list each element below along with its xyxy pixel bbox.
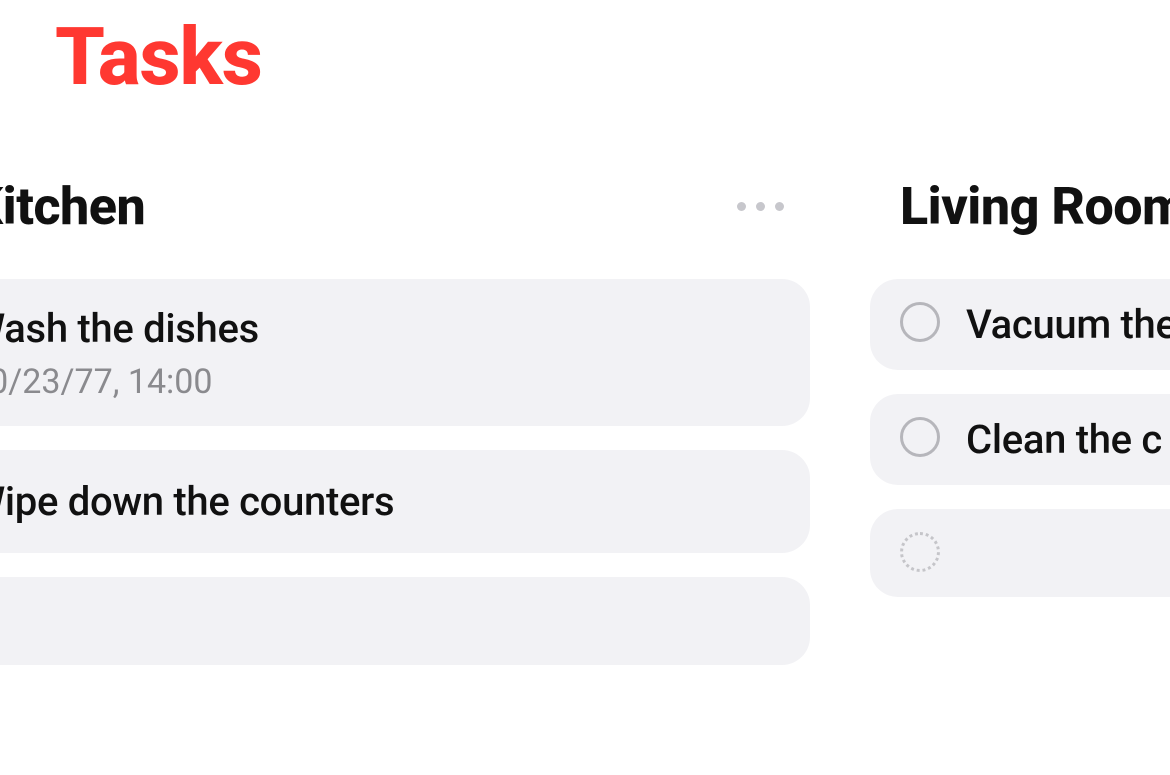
page-title: Tasks [55,10,1170,104]
task-card[interactable]: Wash the dishes 10/23/77, 14:00 [0,279,810,426]
task-card[interactable]: Vacuum the [870,279,1170,370]
column-menu-button[interactable] [731,196,790,217]
task-title: Clean the c [966,416,1162,463]
task-title: Wipe down the counters [0,478,394,525]
task-board: Kitchen Wash the dishes 10/23/77, 14:00 … [0,176,1170,689]
task-checkbox-placeholder[interactable] [900,532,940,572]
task-card[interactable]: Clean the c [870,394,1170,485]
column-living-room: Living Room Vacuum the Clean the c [870,176,1170,689]
task-date: 10/23/77, 14:00 [0,362,259,402]
task-title: Wash the dishes [0,305,259,352]
task-card-new[interactable] [870,509,1170,597]
task-content: Vacuum the [966,301,1170,348]
column-title: Living Room [900,176,1170,237]
task-content: Wash the dishes 10/23/77, 14:00 [0,305,259,402]
task-checkbox[interactable] [900,302,940,342]
task-checkbox[interactable] [900,417,940,457]
task-content: Wipe down the counters [0,478,394,525]
column-title: Kitchen [0,176,145,237]
task-card[interactable] [0,577,810,665]
task-title: Vacuum the [966,301,1170,348]
task-card[interactable]: Wipe down the counters [0,450,810,553]
task-content: Clean the c [966,416,1162,463]
column-kitchen: Kitchen Wash the dishes 10/23/77, 14:00 … [0,176,810,689]
more-icon [756,202,765,211]
column-header: Living Room [870,176,1170,237]
more-icon [737,202,746,211]
column-header: Kitchen [0,176,810,237]
more-icon [775,202,784,211]
